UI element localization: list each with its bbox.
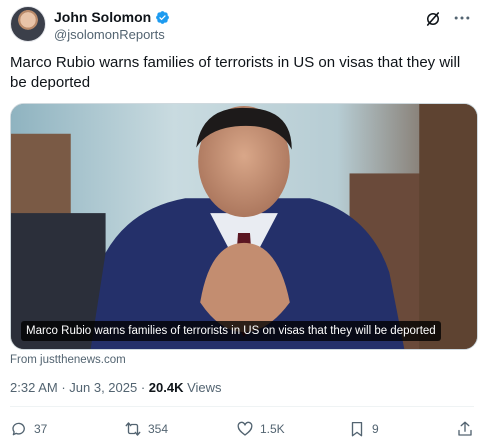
divider	[10, 406, 474, 407]
bookmark-count: 9	[372, 422, 379, 436]
verified-badge-icon	[156, 10, 170, 24]
bookmark-button[interactable]: 9	[348, 418, 379, 440]
handle[interactable]: @jsolomonReports	[54, 27, 165, 42]
grok-icon[interactable]	[424, 10, 442, 28]
action-bar: 37 354 1.5K 9	[10, 418, 476, 440]
tweet-date[interactable]: Jun 3, 2025	[69, 380, 137, 395]
bookmark-icon	[351, 421, 363, 437]
reply-icon	[12, 422, 25, 436]
like-count: 1.5K	[260, 422, 285, 436]
name-row: John Solomon	[54, 8, 170, 26]
display-name[interactable]: John Solomon	[54, 9, 151, 25]
views-label: Views	[183, 380, 222, 395]
tweet-time[interactable]: 2:32 AM	[10, 380, 58, 395]
repost-count: 354	[148, 422, 169, 436]
meta-separator: ·	[57, 380, 70, 395]
tweet-header: John Solomon @jsolomonReports	[10, 6, 476, 46]
avatar[interactable]	[10, 6, 46, 42]
tweet-meta: 2:32 AM · Jun 3, 2025 · 20.4K Views	[10, 380, 222, 395]
repost-button[interactable]: 354	[124, 418, 168, 440]
tweet-media-card[interactable]: Marco Rubio warns families of terrorists…	[10, 103, 478, 350]
media-caption: Marco Rubio warns families of terrorists…	[21, 321, 441, 341]
reply-count: 37	[34, 422, 48, 436]
share-icon	[458, 421, 472, 436]
share-button[interactable]	[456, 418, 474, 440]
tweet-text: Marco Rubio warns families of terrorists…	[10, 54, 461, 91]
media-photo	[11, 104, 477, 349]
like-button[interactable]: 1.5K	[236, 418, 285, 440]
reply-button[interactable]: 37	[10, 418, 47, 440]
meta-separator: ·	[137, 380, 149, 395]
link-source[interactable]: From justthenews.com	[10, 354, 126, 366]
views-count: 20.4K	[148, 380, 184, 395]
repost-icon	[125, 422, 141, 436]
more-icon[interactable]	[452, 8, 472, 28]
like-icon	[237, 421, 253, 436]
